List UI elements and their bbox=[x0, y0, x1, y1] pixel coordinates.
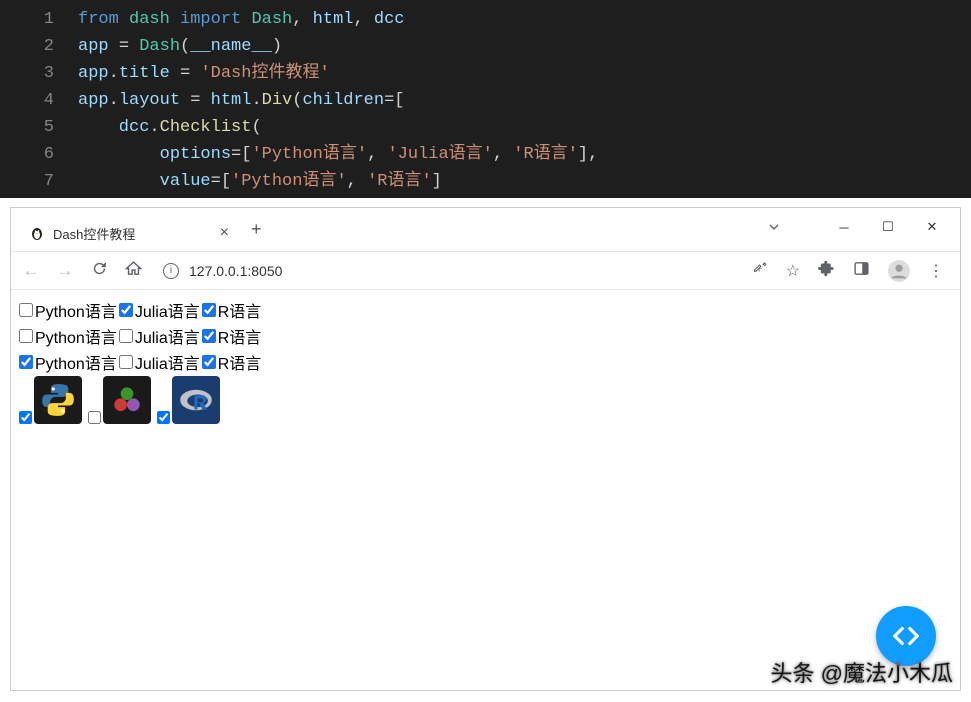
checkbox-label: R语言 bbox=[218, 298, 262, 322]
url-text: 127.0.0.1:8050 bbox=[189, 263, 282, 279]
browser-toolbar: ← → i 127.0.0.1:8050 ☆ ⋮ bbox=[11, 252, 960, 290]
icon-checklist-item[interactable] bbox=[88, 376, 151, 424]
line-number: 7 bbox=[0, 168, 54, 195]
icon-checklist-item[interactable] bbox=[157, 376, 220, 424]
checkbox[interactable] bbox=[19, 355, 33, 369]
menu-icon[interactable]: ⋮ bbox=[928, 261, 944, 281]
code-editor: 1234567 from dash import Dash, html, dcc… bbox=[0, 0, 971, 198]
checkbox-label: Julia语言 bbox=[135, 350, 200, 374]
checkbox[interactable] bbox=[119, 329, 133, 343]
code-line[interactable]: app.title = 'Dash控件教程' bbox=[78, 60, 598, 87]
code-line[interactable]: options=['Python语言', 'Julia语言', 'R语言'], bbox=[78, 141, 598, 168]
reload-button[interactable] bbox=[89, 260, 109, 282]
code-line[interactable]: value=['Python语言', 'R语言'] bbox=[78, 168, 598, 195]
code-line[interactable]: dcc.Checklist( bbox=[78, 114, 598, 141]
line-number: 6 bbox=[0, 141, 54, 168]
checkbox-label: Python语言 bbox=[35, 298, 117, 322]
icon-checklist bbox=[19, 376, 952, 424]
maximize-button[interactable]: ☐ bbox=[866, 212, 910, 242]
checklist-item[interactable]: Python语言 bbox=[19, 324, 117, 348]
chevron-down-icon[interactable] bbox=[768, 220, 780, 238]
checkbox[interactable] bbox=[88, 411, 101, 424]
checklist-row: Python语言 Julia语言 R语言 bbox=[19, 324, 952, 348]
code-area[interactable]: from dash import Dash, html, dccapp = Da… bbox=[78, 6, 598, 198]
close-window-button[interactable]: ✕ bbox=[910, 212, 954, 242]
checklist-item[interactable]: Julia语言 bbox=[119, 298, 200, 322]
star-icon[interactable]: ☆ bbox=[786, 261, 800, 281]
page-content: Python语言Julia语言R语言Python语言Julia语言R语言Pyth… bbox=[11, 290, 960, 690]
checklist-item[interactable]: R语言 bbox=[202, 298, 262, 322]
checkbox-label: R语言 bbox=[218, 324, 262, 348]
extensions-icon[interactable] bbox=[818, 260, 835, 282]
checkbox-label: Python语言 bbox=[35, 350, 117, 374]
address-bar[interactable]: i 127.0.0.1:8050 bbox=[157, 263, 737, 279]
forward-button[interactable]: → bbox=[55, 261, 75, 281]
r-logo-icon bbox=[172, 376, 220, 424]
python-logo-icon bbox=[34, 376, 82, 424]
checkbox[interactable] bbox=[202, 303, 216, 317]
checkbox[interactable] bbox=[202, 329, 216, 343]
share-icon[interactable] bbox=[751, 260, 768, 282]
back-button[interactable]: ← bbox=[21, 261, 41, 281]
line-number: 4 bbox=[0, 87, 54, 114]
icon-checklist-item[interactable] bbox=[19, 376, 82, 424]
side-panel-icon[interactable] bbox=[853, 260, 870, 282]
line-number: 5 bbox=[0, 114, 54, 141]
browser-tab[interactable]: Dash控件教程 × bbox=[19, 215, 239, 251]
checkbox-label: Julia语言 bbox=[135, 298, 200, 322]
checkbox-label: R语言 bbox=[218, 350, 262, 374]
info-icon[interactable]: i bbox=[163, 263, 179, 279]
new-tab-button[interactable]: + bbox=[251, 219, 262, 240]
checkbox[interactable] bbox=[19, 411, 32, 424]
code-line[interactable]: app = Dash(__name__) bbox=[78, 33, 598, 60]
line-number: 3 bbox=[0, 60, 54, 87]
line-gutter: 1234567 bbox=[0, 6, 78, 198]
close-icon[interactable]: × bbox=[220, 224, 229, 242]
checkbox[interactable] bbox=[119, 355, 133, 369]
browser-window: Dash控件教程 × + ─ ☐ ✕ ← → i 127.0.0.1:8050 bbox=[10, 207, 961, 691]
checkbox[interactable] bbox=[19, 303, 33, 317]
checklist-item[interactable]: R语言 bbox=[202, 350, 262, 374]
line-number: 1 bbox=[0, 6, 54, 33]
checklist-row: Python语言 Julia语言 R语言 bbox=[19, 350, 952, 374]
checkbox[interactable] bbox=[19, 329, 33, 343]
checkbox-label: Python语言 bbox=[35, 324, 117, 348]
titlebar: Dash控件教程 × + ─ ☐ ✕ bbox=[11, 208, 960, 252]
checklist-item[interactable]: Julia语言 bbox=[119, 350, 200, 374]
checklist-item[interactable]: Python语言 bbox=[19, 298, 117, 322]
line-number: 2 bbox=[0, 33, 54, 60]
checkbox[interactable] bbox=[202, 355, 216, 369]
checklist-item[interactable]: Julia语言 bbox=[119, 324, 200, 348]
tab-title: Dash控件教程 bbox=[53, 224, 135, 243]
window-controls: ─ ☐ ✕ bbox=[822, 212, 954, 242]
code-line[interactable]: from dash import Dash, html, dcc bbox=[78, 6, 598, 33]
checklist-item[interactable]: R语言 bbox=[202, 324, 262, 348]
watermark: 头条 @魔法小木瓜 bbox=[771, 656, 953, 688]
penguin-icon bbox=[29, 225, 45, 241]
checkbox[interactable] bbox=[119, 303, 133, 317]
minimize-button[interactable]: ─ bbox=[822, 212, 866, 242]
checklist-item[interactable]: Python语言 bbox=[19, 350, 117, 374]
code-line[interactable]: app.layout = html.Div(children=[ bbox=[78, 87, 598, 114]
checkbox-label: Julia语言 bbox=[135, 324, 200, 348]
checkbox[interactable] bbox=[157, 411, 170, 424]
checklist-row: Python语言 Julia语言 R语言 bbox=[19, 298, 952, 322]
julia-logo-icon bbox=[103, 376, 151, 424]
home-button[interactable] bbox=[123, 260, 143, 282]
profile-avatar[interactable] bbox=[888, 260, 910, 282]
